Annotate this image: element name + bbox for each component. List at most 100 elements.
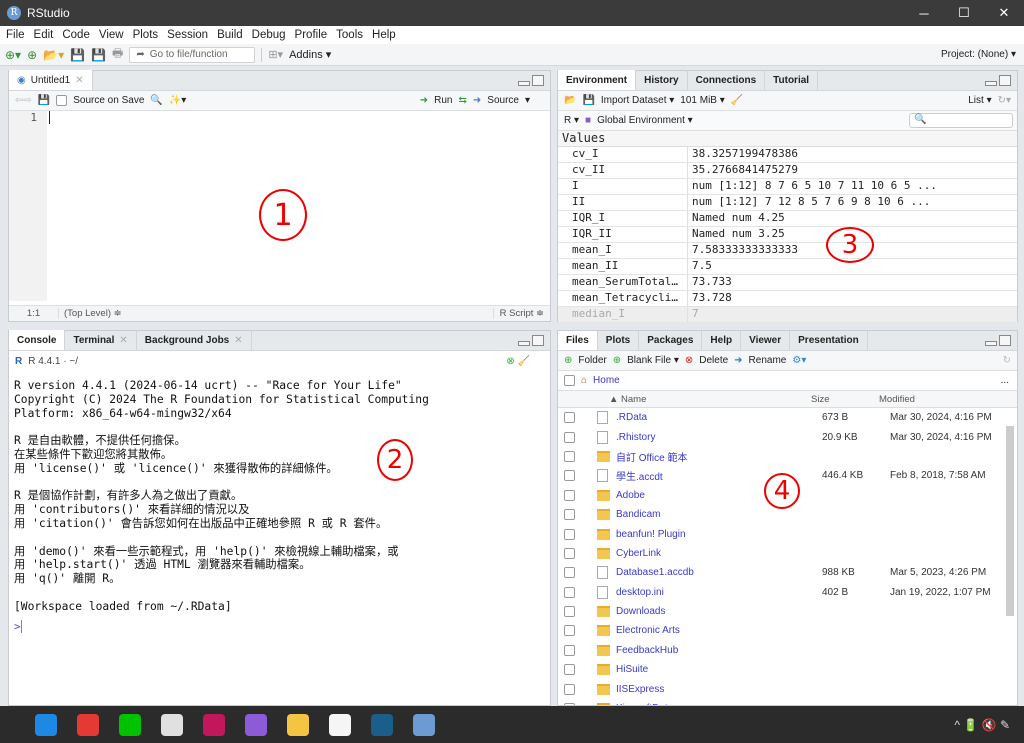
file-checkbox[interactable] (564, 625, 575, 637)
menu-tools[interactable]: Tools (336, 29, 363, 41)
file-row[interactable]: Electronic Arts (558, 621, 1017, 640)
file-checkbox[interactable] (564, 528, 575, 540)
pane-controls[interactable] (985, 335, 1011, 346)
file-row[interactable]: KingsoftData (558, 699, 1017, 705)
menu-help[interactable]: Help (372, 29, 396, 41)
new-project-icon[interactable]: ⊕ (27, 48, 37, 62)
run-button[interactable]: Run (434, 95, 452, 106)
tab-help[interactable]: Help (702, 331, 742, 350)
magic-wand-icon[interactable]: ✨▾ (169, 95, 186, 106)
file-name-link[interactable]: HiSuite (616, 664, 822, 675)
file-name-link[interactable]: FeedbackHub (616, 645, 822, 656)
environment-row[interactable]: II num [1:12] 7 12 8 5 7 6 9 8 10 6 ... (558, 195, 1017, 211)
file-checkbox[interactable] (564, 431, 575, 443)
pane-controls[interactable] (518, 75, 544, 86)
line-icon[interactable] (119, 713, 141, 736)
tab-history[interactable]: History (636, 70, 688, 90)
language-selector[interactable]: R ▾ (564, 115, 579, 126)
list-view-button[interactable]: List ▾ (968, 95, 991, 106)
file-row[interactable]: .RData 673 B Mar 30, 2024, 4:16 PM (558, 408, 1017, 427)
environment-row[interactable]: IQR_I Named num 4.25 (558, 211, 1017, 227)
file-name-link[interactable]: Bandicam (616, 509, 822, 520)
file-checkbox[interactable] (564, 683, 575, 695)
file-checkbox[interactable] (564, 586, 575, 598)
menu-view[interactable]: View (99, 29, 124, 41)
file-name-link[interactable]: Database1.accdb (616, 567, 822, 578)
environment-row[interactable]: median_I 7 (558, 307, 1017, 323)
environment-search-input[interactable]: 🔍 (909, 113, 1013, 128)
menu-debug[interactable]: Debug (252, 29, 286, 41)
pane-controls[interactable] (985, 75, 1011, 86)
file-checkbox[interactable] (564, 470, 575, 482)
file-checkbox[interactable] (564, 606, 575, 618)
file-row[interactable]: FeedbackHub (558, 641, 1017, 660)
source-button[interactable]: Source (487, 95, 519, 106)
tab-viewer[interactable]: Viewer (741, 331, 791, 350)
close-button[interactable]: ✕ (984, 0, 1024, 26)
save-icon[interactable]: 💾 (38, 95, 50, 106)
memory-usage-button[interactable]: 101 MiB ▾ (680, 95, 724, 106)
environment-row[interactable]: mean_II 7.5 (558, 259, 1017, 275)
mail-icon[interactable] (35, 713, 57, 736)
file-checkbox[interactable] (564, 547, 575, 559)
tab-untitled1[interactable]: ◉ Untitled1 ✕ (9, 70, 93, 90)
tab-console[interactable]: Console (9, 330, 66, 350)
menu-session[interactable]: Session (167, 29, 208, 41)
pane-controls[interactable] (518, 335, 544, 346)
tab-environment[interactable]: Environment (558, 70, 637, 90)
scope-selector[interactable]: (Top Level) ≑ (59, 308, 122, 319)
search-icon[interactable]: 🔍 (150, 95, 162, 106)
file-name-link[interactable]: desktop.ini (616, 587, 822, 598)
source-on-save-checkbox[interactable] (56, 95, 68, 106)
tab-tutorial[interactable]: Tutorial (765, 70, 819, 90)
project-button[interactable]: Project: (None) ▾ (941, 49, 1016, 60)
filetype-selector[interactable]: R Script ≑ (492, 308, 550, 319)
clear-console-icon[interactable]: ⊗ 🧹 (506, 356, 530, 367)
file-row[interactable]: .Rhistory 20.9 KB Mar 30, 2024, 4:16 PM (558, 427, 1017, 446)
refresh-icon[interactable]: ↻ (1003, 355, 1011, 366)
file-row[interactable]: 自訂 Office 範本 (558, 447, 1017, 466)
file-name-link[interactable]: .RData (616, 412, 822, 423)
environment-row[interactable]: IQR_II Named num 3.25 (558, 227, 1017, 243)
menu-file[interactable]: File (6, 29, 25, 41)
environment-row[interactable]: Inum [1:12] 8 7 6 5 10 7 11 10 6 5 ... (558, 179, 1017, 195)
save-icon[interactable]: 💾 (70, 48, 85, 62)
close-tab-icon[interactable]: ✕ (119, 335, 127, 346)
gear-icon[interactable]: ⚙▾ (792, 355, 806, 366)
tab-packages[interactable]: Packages (639, 331, 703, 350)
file-checkbox[interactable] (564, 567, 575, 579)
delete-button[interactable]: Delete (699, 355, 728, 366)
mysql-icon[interactable] (371, 713, 393, 736)
app-icon[interactable] (287, 713, 309, 736)
file-checkbox[interactable] (564, 412, 575, 424)
file-row[interactable]: Downloads (558, 602, 1017, 621)
intellij-icon[interactable] (203, 713, 225, 736)
environment-row[interactable]: cv_II 35.2766841475279 (558, 163, 1017, 179)
new-file-icon[interactable]: ⊕▾ (5, 48, 21, 62)
print-icon[interactable]: 🖶 (112, 44, 123, 65)
tab-connections[interactable]: Connections (688, 70, 766, 90)
console-output[interactable]: R version 4.4.1 (2024-06-14 ucrt) -- "Ra… (9, 371, 550, 614)
open-folder-icon[interactable]: 📂▾ (43, 48, 64, 62)
console-prompt[interactable]: > (9, 614, 550, 639)
save-workspace-icon[interactable]: 💾 (582, 95, 594, 106)
file-row[interactable]: IISExpress (558, 679, 1017, 698)
file-checkbox[interactable] (564, 644, 575, 656)
addins-button[interactable]: Addins ▾ (289, 48, 331, 61)
menu-code[interactable]: Code (62, 29, 90, 41)
tab-files[interactable]: Files (558, 331, 598, 350)
load-workspace-icon[interactable]: 📂 (564, 95, 576, 106)
chrome-icon[interactable] (77, 713, 99, 736)
rstudio-icon[interactable] (413, 713, 435, 736)
home-link[interactable]: Home (593, 375, 620, 386)
menu-edit[interactable]: Edit (34, 29, 54, 41)
tab-plots[interactable]: Plots (598, 331, 640, 350)
close-tab-icon[interactable]: ✕ (234, 335, 242, 346)
environment-row[interactable]: cv_I 38.3257199478386 (558, 147, 1017, 163)
file-name-link[interactable]: Downloads (616, 606, 822, 617)
visual-studio-icon[interactable] (245, 713, 267, 736)
file-row[interactable]: beanfun! Plugin (558, 524, 1017, 543)
environment-row[interactable]: mean_SerumTotal… 73.733 (558, 275, 1017, 291)
modified-column-header[interactable]: Modified (879, 394, 915, 405)
broom-icon[interactable]: 🧹 (731, 95, 743, 106)
